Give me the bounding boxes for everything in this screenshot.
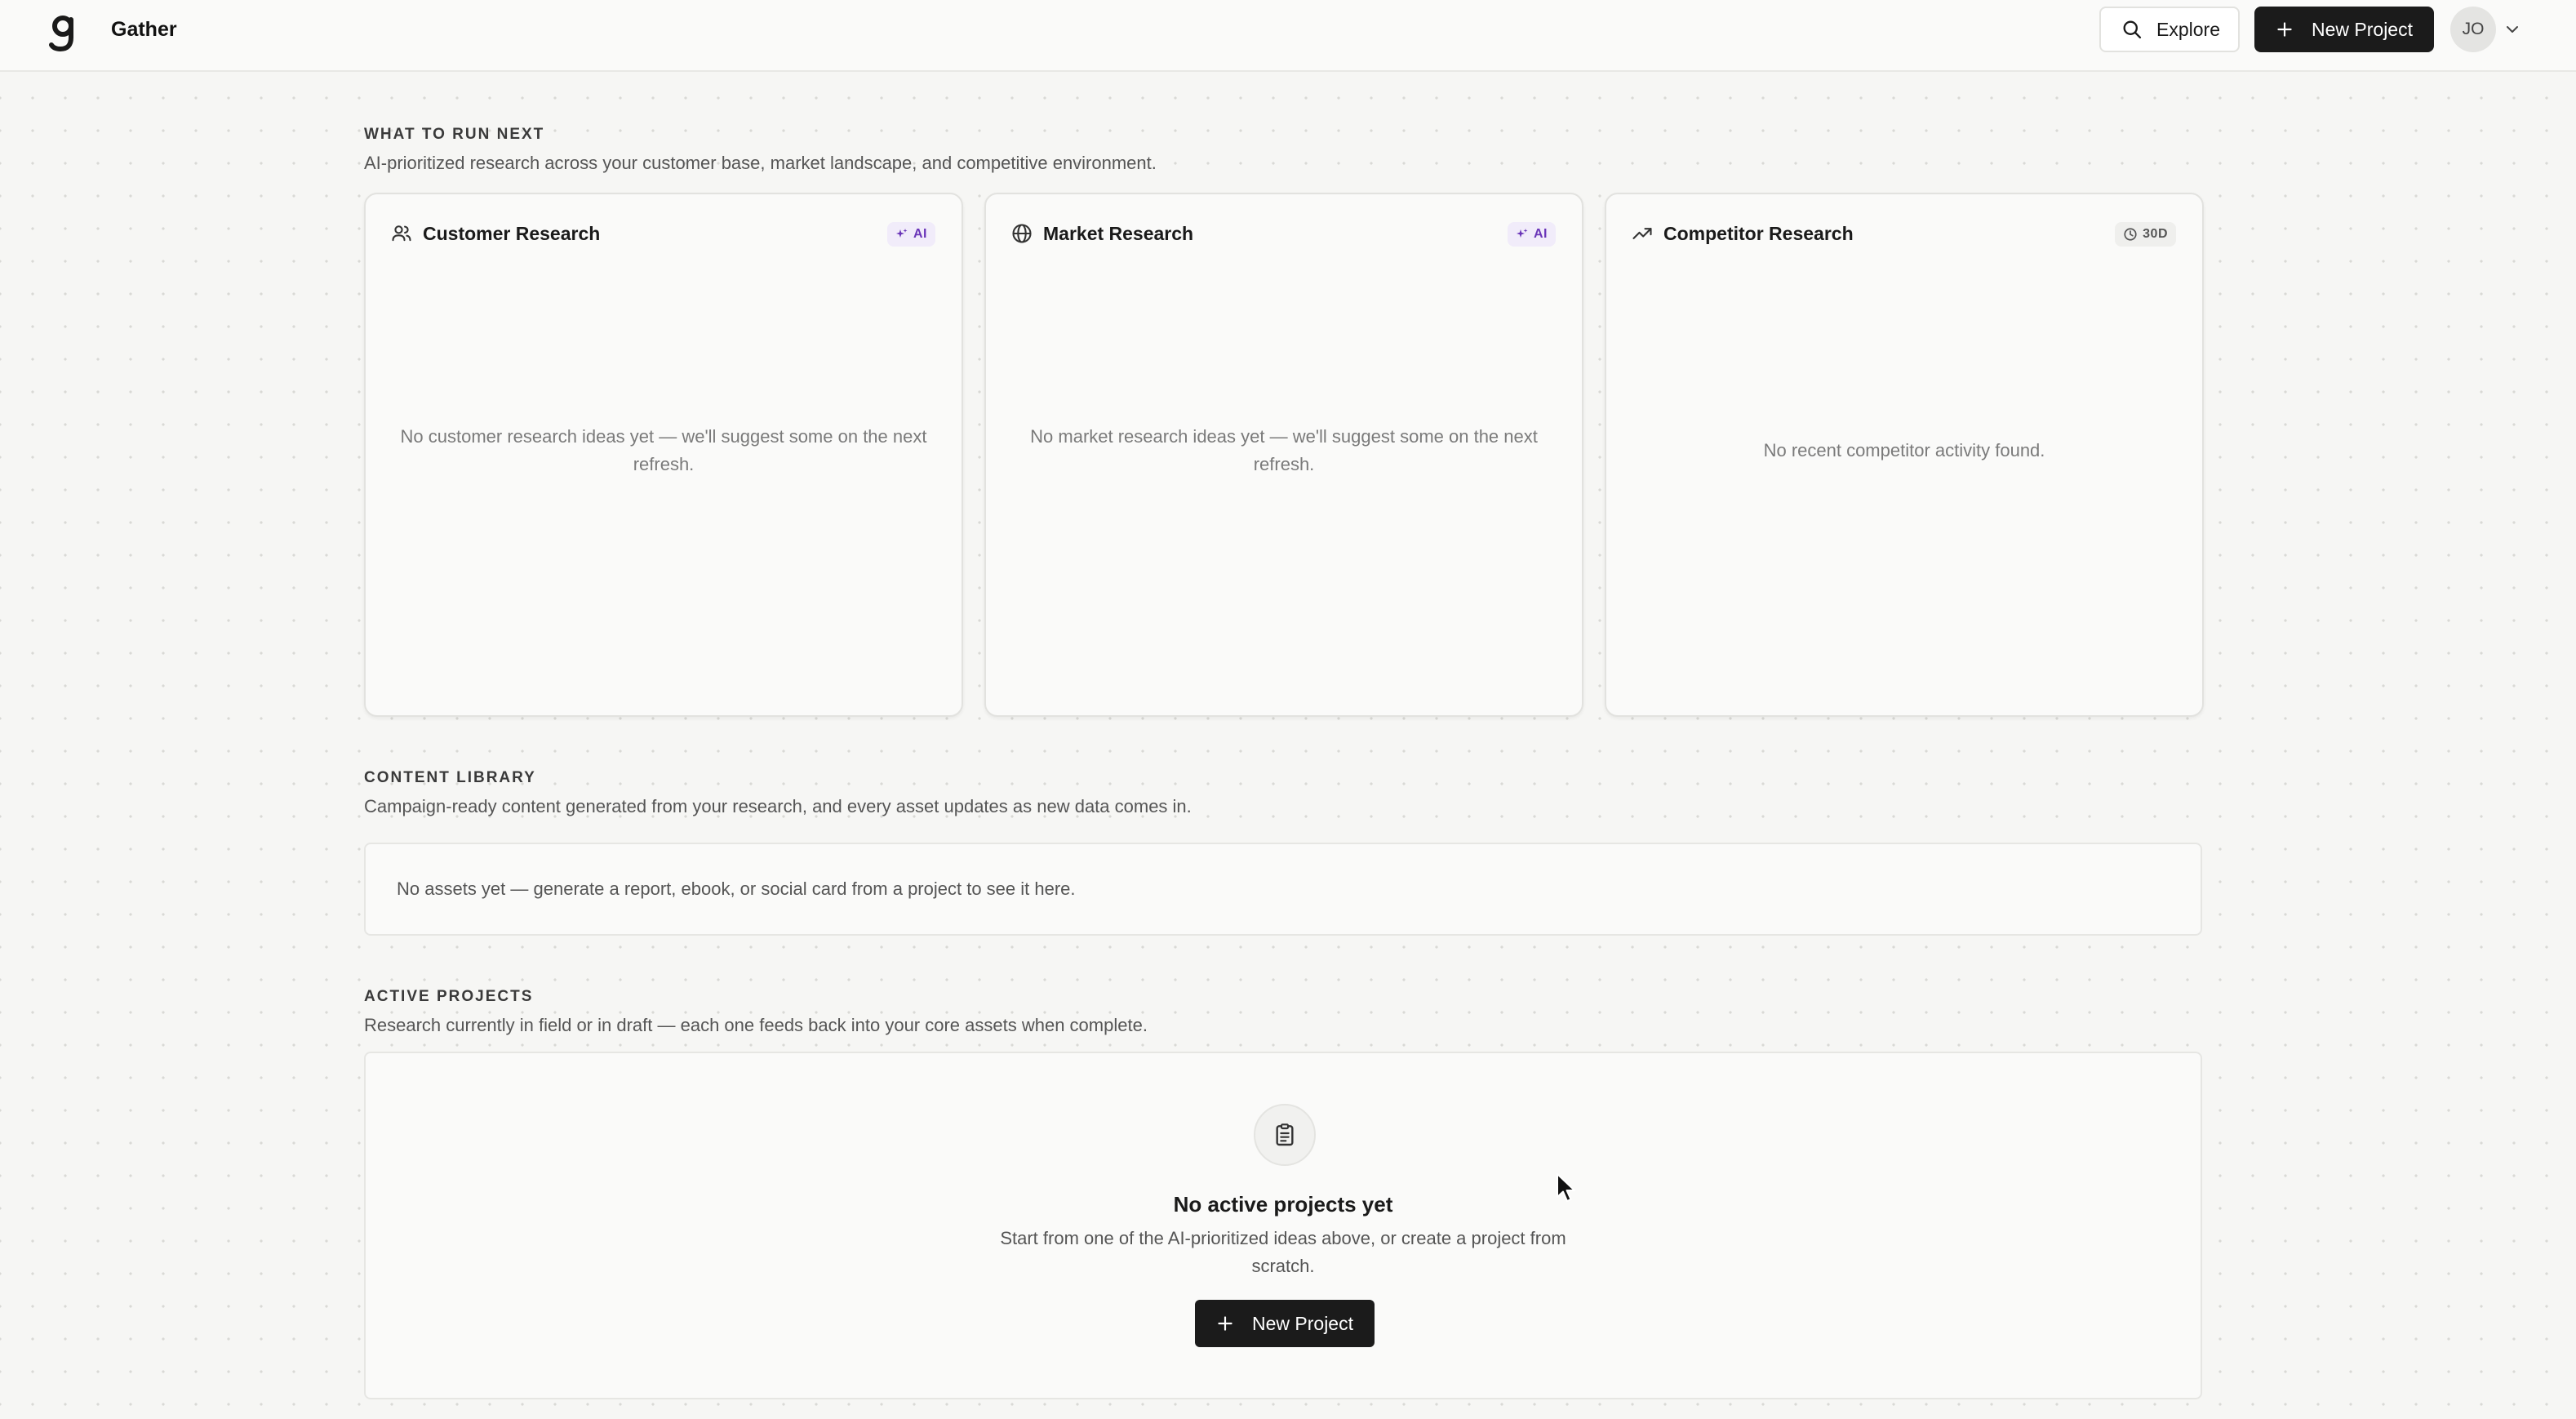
card-header: Customer Research bbox=[390, 222, 600, 245]
sparkle-icon bbox=[896, 229, 908, 238]
what-to-run-next-heading: WHAT TO RUN NEXT bbox=[364, 126, 545, 143]
card-title: Competitor Research bbox=[1663, 222, 1854, 244]
chevron-down-icon[interactable] bbox=[2503, 20, 2522, 39]
ai-badge-label: AI bbox=[913, 227, 927, 241]
new-project-button[interactable]: New Project bbox=[2254, 7, 2434, 52]
competitor-research-card[interactable]: Competitor Research 30D No recent compet… bbox=[1605, 193, 2204, 717]
clock-icon bbox=[2124, 228, 2137, 241]
clipboard-icon bbox=[1276, 1123, 1294, 1146]
card-empty-state: No recent competitor activity found. bbox=[1763, 440, 2045, 460]
active-projects-description: Research currently in field or in draft … bbox=[364, 1015, 1148, 1035]
card-header: Competitor Research bbox=[1631, 222, 1854, 245]
search-icon bbox=[2123, 20, 2142, 39]
what-to-run-next-description: AI-prioritized research across your cust… bbox=[364, 153, 1157, 173]
content-library-heading: CONTENT LIBRARY bbox=[364, 769, 536, 786]
users-icon bbox=[392, 225, 411, 242]
app-name: Gather bbox=[111, 18, 177, 41]
ai-badge: AI bbox=[887, 222, 935, 247]
user-avatar[interactable]: JO bbox=[2450, 7, 2496, 52]
active-projects-empty-title: No active projects yet bbox=[1173, 1192, 1393, 1217]
card-title: Market Research bbox=[1043, 222, 1194, 244]
card-empty-state: No customer research ideas yet — we'll s… bbox=[400, 426, 927, 474]
mouse-cursor-icon bbox=[1557, 1173, 1575, 1202]
active-projects-empty-panel: No active projects yet Start from one of… bbox=[364, 1052, 2202, 1399]
ai-badge-label: AI bbox=[1534, 227, 1548, 241]
card-header: Market Research bbox=[1010, 222, 1193, 245]
active-projects-empty-text: Start from one of the AI-prioritized ide… bbox=[1000, 1228, 1566, 1276]
trending-up-icon bbox=[1632, 228, 1652, 239]
card-empty-state: No market research ideas yet — we'll sug… bbox=[1030, 426, 1538, 474]
plus-icon bbox=[2277, 22, 2292, 37]
plus-icon bbox=[1218, 1316, 1232, 1331]
customer-research-card[interactable]: Customer Research AI No customer researc… bbox=[364, 193, 963, 717]
time-range-badge-label: 30D bbox=[2143, 227, 2168, 241]
explore-button[interactable]: Explore bbox=[2099, 7, 2240, 52]
new-project-button-label: New Project bbox=[1252, 1312, 1353, 1334]
clipboard-icon-badge bbox=[1254, 1104, 1316, 1166]
card-title: Customer Research bbox=[423, 222, 601, 244]
gather-logo-icon[interactable] bbox=[47, 11, 80, 54]
ai-badge: AI bbox=[1508, 222, 1556, 247]
content-library-empty-panel: No assets yet — generate a report, ebook… bbox=[364, 843, 2202, 936]
explore-button-label: Explore bbox=[2156, 18, 2220, 40]
new-project-button-label: New Project bbox=[2312, 18, 2413, 40]
sparkle-icon bbox=[1517, 229, 1528, 238]
active-projects-heading: ACTIVE PROJECTS bbox=[364, 988, 534, 1005]
content-library-description: Campaign-ready content generated from yo… bbox=[364, 796, 1192, 816]
content-library-empty-text: No assets yet — generate a report, ebook… bbox=[397, 879, 1076, 899]
market-research-card[interactable]: Market Research AI No market research id… bbox=[984, 193, 1583, 717]
new-project-button[interactable]: New Project bbox=[1195, 1300, 1375, 1347]
top-bar: Gather Explore New Project JO bbox=[0, 0, 2576, 72]
globe-icon bbox=[1012, 224, 1032, 243]
time-range-badge: 30D bbox=[2115, 222, 2176, 247]
